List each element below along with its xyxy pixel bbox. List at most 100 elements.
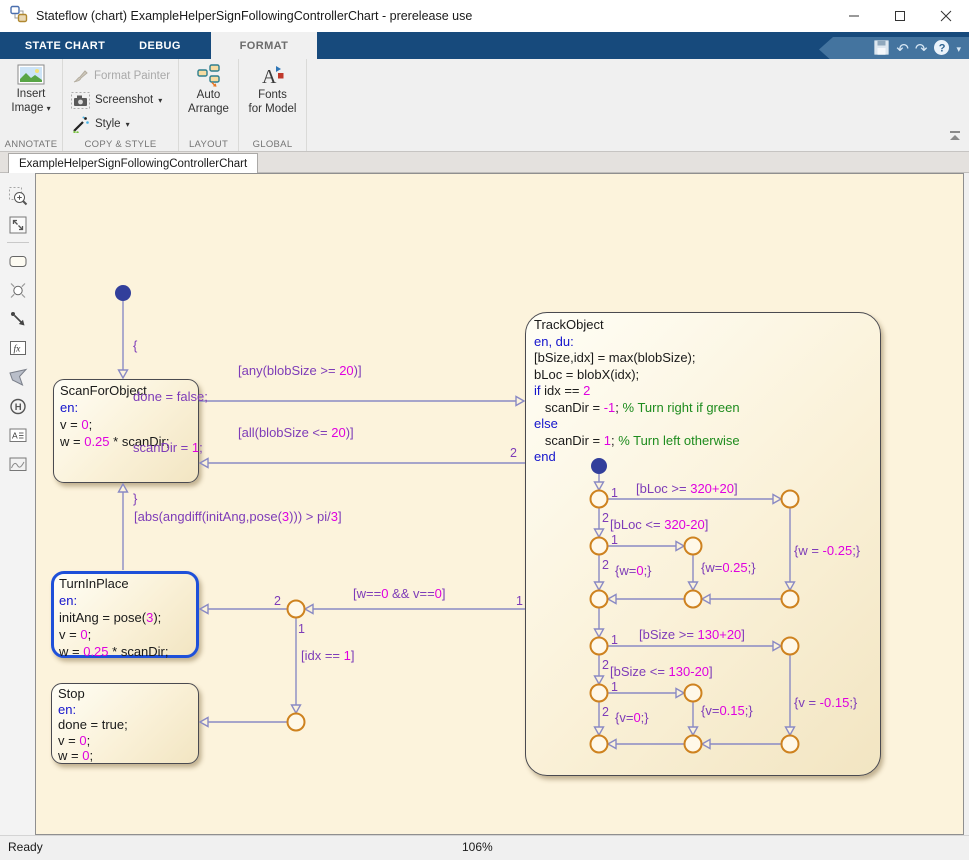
transition-label-bloc-ge[interactable]: [bLoc >= 320+20] bbox=[636, 481, 738, 496]
transition-label-v-zero[interactable]: {v=0;} bbox=[615, 710, 649, 725]
help-icon[interactable]: ? bbox=[933, 39, 950, 61]
insert-image-label-2: Image bbox=[11, 102, 43, 114]
stateflow-editor-window: Stateflow (chart) ExampleHelperSignFollo… bbox=[0, 0, 969, 860]
tab-state-chart[interactable]: STATE CHART bbox=[10, 32, 120, 59]
undo-icon[interactable]: ↶ bbox=[896, 42, 909, 57]
history-junction-tool[interactable]: H bbox=[0, 391, 35, 420]
transition-label-any[interactable]: [any(blobSize >= 20)] bbox=[238, 363, 362, 378]
junction[interactable] bbox=[782, 491, 799, 508]
chart-canvas[interactable]: ScanForObject en: v = 0; w = 0.25 * scan… bbox=[35, 173, 964, 835]
transition-f-e[interactable] bbox=[608, 595, 684, 604]
fonts-for-model-icon: A bbox=[260, 63, 285, 88]
transition-g-f[interactable] bbox=[702, 595, 781, 604]
maximize-button[interactable] bbox=[877, 0, 923, 32]
collapse-ribbon-icon[interactable] bbox=[947, 129, 963, 147]
left-tool-palette: fx H A bbox=[0, 173, 35, 835]
junction[interactable] bbox=[782, 591, 799, 608]
junction[interactable] bbox=[782, 638, 799, 655]
transition-label-w-neg[interactable]: {w = -0.25;} bbox=[794, 543, 860, 558]
branch-order-label: 1 bbox=[516, 594, 523, 608]
transition-junction-to-stop[interactable] bbox=[200, 718, 287, 727]
junction[interactable] bbox=[591, 538, 608, 555]
zoom-select-tool[interactable] bbox=[0, 181, 35, 210]
insert-image-button[interactable]: Insert Image ▾ bbox=[0, 63, 62, 116]
junction-tool[interactable] bbox=[0, 275, 35, 304]
junction[interactable] bbox=[782, 736, 799, 753]
svg-text:H: H bbox=[14, 402, 21, 413]
branch-order-label: 2 bbox=[602, 558, 609, 572]
annotation-tool[interactable]: A bbox=[0, 420, 35, 449]
image-annotation-tool[interactable] bbox=[0, 449, 35, 478]
junction[interactable] bbox=[591, 591, 608, 608]
fonts-for-model-button[interactable]: A Fonts for Model bbox=[239, 63, 306, 116]
screenshot-button[interactable]: Screenshot ▾ bbox=[71, 89, 162, 111]
branch-order-label: 2 bbox=[602, 705, 609, 719]
document-tab[interactable]: ExampleHelperSignFollowingControllerChar… bbox=[8, 153, 258, 173]
branch-order-label: 1 bbox=[611, 680, 618, 694]
transition-label-w-zero[interactable]: {w=0;} bbox=[615, 563, 652, 578]
format-painter-icon bbox=[71, 68, 89, 84]
branch-order-label: 2 bbox=[510, 446, 517, 460]
transition-bsize-ge[interactable] bbox=[608, 642, 781, 651]
transition-bsize-le[interactable] bbox=[608, 689, 684, 698]
transition-label-v-pos[interactable]: {v=0.15;} bbox=[701, 703, 753, 718]
branch-order-label: 2 bbox=[274, 594, 281, 608]
minimize-button[interactable] bbox=[831, 0, 877, 32]
simulink-function-tool[interactable] bbox=[0, 362, 35, 391]
junction[interactable] bbox=[685, 736, 702, 753]
tab-format[interactable]: FORMAT bbox=[211, 32, 317, 59]
transition-w0-v0[interactable] bbox=[305, 605, 525, 614]
transition-label-wv[interactable]: [w==0 && v==0] bbox=[353, 586, 446, 601]
transition-e-h[interactable] bbox=[595, 608, 604, 637]
junction[interactable] bbox=[685, 538, 702, 555]
auto-arrange-button[interactable]: Auto Arrange bbox=[179, 63, 238, 116]
transition-w-pos[interactable] bbox=[689, 555, 698, 590]
transition-label-bloc-le[interactable]: [bLoc <= 320-20] bbox=[610, 517, 708, 532]
transition-n-m[interactable] bbox=[702, 740, 781, 749]
transition-all-blobsize[interactable] bbox=[200, 459, 525, 468]
fit-to-view-tool[interactable] bbox=[0, 210, 35, 239]
transition-any-blobsize[interactable] bbox=[199, 397, 524, 406]
auto-arrange-icon bbox=[196, 63, 222, 88]
style-icon bbox=[71, 115, 90, 133]
state-tool[interactable] bbox=[0, 246, 35, 275]
default-transition-tool[interactable] bbox=[0, 304, 35, 333]
transition-v-pos[interactable] bbox=[689, 702, 698, 735]
initial-transition-dot[interactable] bbox=[591, 458, 607, 474]
default-transition-inner[interactable] bbox=[595, 474, 604, 490]
tab-debug[interactable]: DEBUG bbox=[130, 32, 190, 59]
transition-label-angdiff[interactable]: [abs(angdiff(initAng,pose(3))) > pi/3] bbox=[134, 509, 342, 524]
transition-angdiff[interactable] bbox=[119, 484, 128, 570]
transition-label-bsize-ge[interactable]: [bSize >= 130+20] bbox=[639, 627, 745, 642]
default-transition[interactable] bbox=[119, 301, 128, 378]
redo-icon[interactable]: ↷ bbox=[915, 42, 928, 57]
state-icon bbox=[7, 250, 29, 272]
transition-label-w-pos[interactable]: {w=0.25;} bbox=[701, 560, 756, 575]
close-button[interactable] bbox=[923, 0, 969, 32]
transition-label-v-neg[interactable]: {v = -0.15;} bbox=[794, 695, 857, 710]
transition-m-l[interactable] bbox=[608, 740, 684, 749]
default-transition-label[interactable]: { done = false; scanDir = 1; } bbox=[133, 303, 208, 541]
format-painter-button[interactable]: Format Painter bbox=[71, 65, 170, 87]
branch-order-label: 2 bbox=[602, 658, 609, 672]
group-label-copy-style: COPY & STYLE bbox=[63, 139, 178, 150]
dropdown-caret-icon: ▾ bbox=[126, 120, 130, 129]
zoom-select-icon bbox=[7, 185, 29, 207]
initial-transition-dot[interactable] bbox=[115, 285, 131, 301]
function-tool[interactable]: fx bbox=[0, 333, 35, 362]
junction[interactable] bbox=[685, 685, 702, 702]
junction[interactable] bbox=[591, 491, 608, 508]
junction[interactable] bbox=[288, 714, 305, 731]
style-button[interactable]: Style ▾ bbox=[71, 113, 130, 135]
transition-label-bsize-le[interactable]: [bSize <= 130-20] bbox=[610, 664, 713, 679]
junction[interactable] bbox=[685, 591, 702, 608]
transition-label-idx[interactable]: [idx == 1] bbox=[301, 648, 355, 663]
dropdown-caret-icon[interactable]: ▾ bbox=[956, 45, 961, 54]
save-icon[interactable] bbox=[873, 39, 890, 61]
transition-label-all[interactable]: [all(blobSize <= 20)] bbox=[238, 425, 354, 440]
junction[interactable] bbox=[591, 736, 608, 753]
junction[interactable] bbox=[591, 685, 608, 702]
junction[interactable] bbox=[591, 638, 608, 655]
junction[interactable] bbox=[288, 601, 305, 618]
transition-bloc-le[interactable] bbox=[608, 542, 684, 551]
